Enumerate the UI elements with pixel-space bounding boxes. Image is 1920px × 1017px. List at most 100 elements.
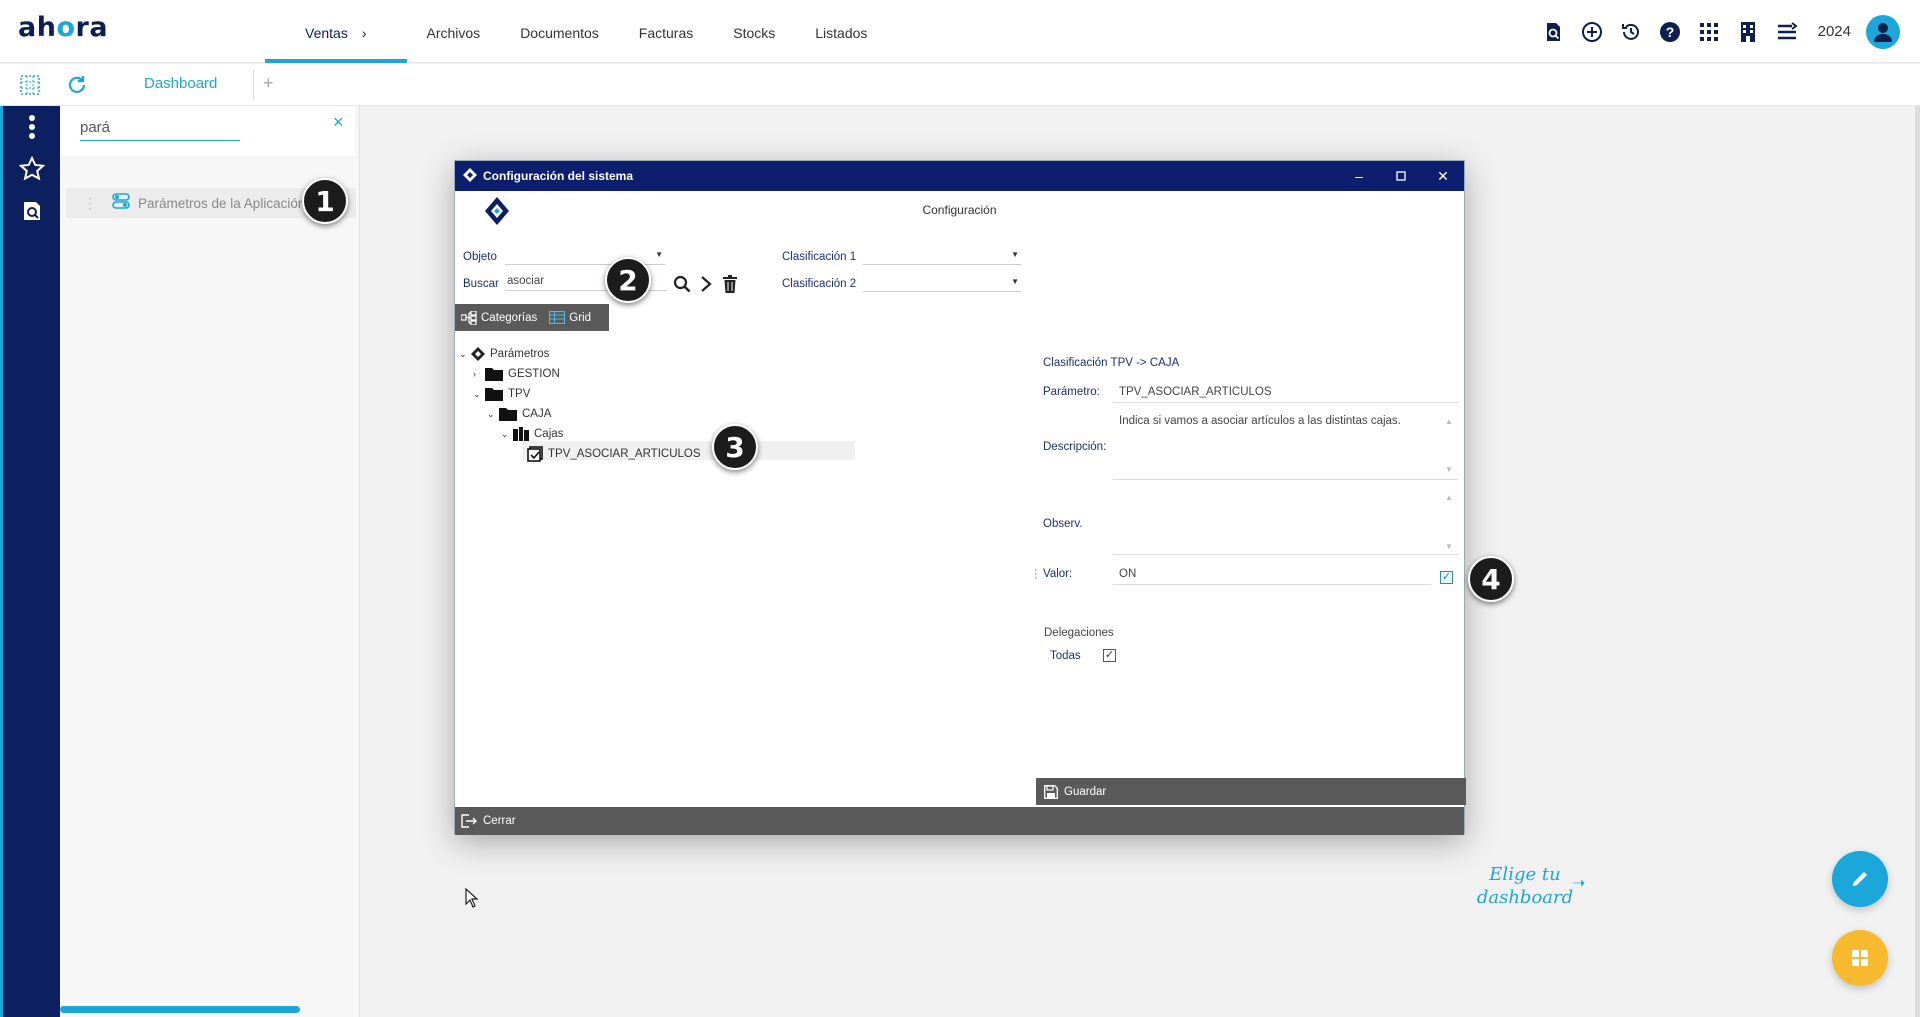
callout-marker-4: 4	[1468, 556, 1514, 602]
chevron-down-icon[interactable]: ⌄	[487, 409, 497, 420]
clasificacion-1-combo[interactable]: ▼	[863, 247, 1021, 265]
search-panel: × ⋮ Parámetros de la Aplicación	[60, 106, 360, 1017]
nav-facturas[interactable]: Facturas	[619, 0, 713, 63]
document-search-sidebar-icon[interactable]	[17, 196, 47, 226]
document-search-icon[interactable]	[1541, 20, 1565, 44]
apps-grid-icon[interactable]	[1697, 20, 1721, 44]
minimize-icon[interactable]: –	[1338, 161, 1380, 191]
star-icon[interactable]	[17, 154, 47, 184]
clasificacion-2-combo[interactable]: ▼	[863, 274, 1021, 292]
scroll-up-icon[interactable]: ▲	[1445, 417, 1453, 426]
top-right-toolbar: ? 2024	[1541, 0, 1900, 63]
view-toolbar: Categorías Grid	[455, 304, 609, 331]
switch-list-icon[interactable]	[1775, 20, 1799, 44]
dotted-grid-icon[interactable]	[20, 75, 40, 100]
user-avatar[interactable]	[1866, 14, 1900, 49]
chevron-right-icon: ›	[361, 25, 367, 41]
parametro-value[interactable]: TPV_ASOCIAR_ARTICULOS	[1119, 386, 1272, 398]
clasificacion-2-label: Clasificación 2	[782, 278, 857, 290]
nav-archivos[interactable]: Archivos	[407, 0, 501, 63]
elige-line-2: dashboard	[1476, 887, 1574, 908]
tree-node-cajas[interactable]: ⌄ Cajas	[501, 425, 563, 443]
guardar-button[interactable]: Guardar	[1036, 778, 1466, 805]
vertical-scrollbar[interactable]	[1915, 106, 1920, 1017]
callout-marker-1: 1	[302, 178, 348, 224]
folder-icon	[485, 367, 503, 381]
year-label[interactable]: 2024	[1818, 23, 1851, 40]
valor-value[interactable]: ON	[1119, 568, 1136, 580]
more-vertical-icon[interactable]	[17, 112, 47, 142]
chevron-down-icon[interactable]: ⌄	[473, 389, 483, 400]
categorias-button[interactable]: Categorías	[461, 310, 538, 325]
app-logo[interactable]: ahora	[18, 12, 108, 43]
history-icon[interactable]	[1619, 20, 1643, 44]
chevron-right-icon[interactable]: ›	[473, 369, 483, 379]
descripcion-underline	[1113, 479, 1458, 480]
trash-icon[interactable]	[719, 273, 741, 295]
guardar-label: Guardar	[1064, 785, 1107, 798]
refresh-icon[interactable]	[66, 74, 88, 101]
nav-documentos[interactable]: Documentos	[500, 0, 619, 63]
chevron-down-icon[interactable]: ⌄	[459, 349, 469, 360]
scroll-down-icon[interactable]: ▼	[1445, 465, 1453, 474]
exit-icon	[461, 814, 477, 828]
tab-row: Dashboard +	[0, 64, 1920, 106]
observ-underline	[1113, 554, 1458, 555]
valor-checkbox[interactable]: ✓	[1440, 571, 1453, 584]
left-sidebar	[0, 106, 60, 1017]
close-icon[interactable]: ×	[333, 112, 344, 133]
mouse-cursor-icon	[465, 887, 479, 913]
tree-node-tpv[interactable]: ⌄ TPV	[473, 385, 530, 403]
tab-dashboard[interactable]: Dashboard	[144, 75, 217, 92]
search-icon[interactable]	[671, 273, 693, 295]
valor-label: Valor:	[1043, 568, 1073, 580]
drag-handle-icon[interactable]: ⋮	[1030, 566, 1042, 580]
dropdown-arrow-icon: ▼	[655, 250, 663, 259]
scroll-up-icon[interactable]: ▲	[1445, 493, 1453, 502]
save-icon	[1044, 784, 1058, 799]
maximize-icon[interactable]	[1380, 161, 1422, 191]
parametro-underline	[1113, 402, 1458, 403]
clasificacion-path: Clasificación TPV -> CAJA	[1043, 357, 1180, 369]
cerrar-button[interactable]: Cerrar	[455, 807, 1464, 835]
todas-label: Todas	[1050, 650, 1081, 662]
drag-handle-icon[interactable]: ⋮	[80, 195, 100, 212]
dashboard-fab-button[interactable]	[1832, 930, 1888, 986]
nav-stocks[interactable]: Stocks	[713, 0, 795, 63]
descripcion-value[interactable]: Indica si vamos a asociar artículos a la…	[1119, 415, 1401, 427]
close-window-icon[interactable]: ✕	[1422, 161, 1464, 191]
svg-text:?: ?	[1665, 24, 1674, 40]
nav-ventas-label: Ventas	[305, 25, 348, 41]
diamond-logo-icon	[471, 347, 485, 361]
add-circle-icon[interactable]	[1580, 20, 1604, 44]
edit-fab-button[interactable]	[1832, 851, 1888, 907]
building-icon[interactable]	[1736, 20, 1760, 44]
tree-node-tpv-asociar-articulos[interactable]: TPV_ASOCIAR_ARTICULOS	[527, 445, 701, 463]
dialog-titlebar[interactable]: Configuración del sistema – ✕	[455, 161, 1464, 191]
tree-label: GESTION	[508, 368, 560, 380]
grid-label: Grid	[569, 311, 591, 324]
top-bar: ahora Ventas › Archivos Documentos Factur…	[0, 0, 1920, 63]
todas-checkbox[interactable]: ✓	[1103, 649, 1116, 662]
tree-label: CAJA	[522, 408, 552, 420]
nav-ventas[interactable]: Ventas ›	[265, 0, 407, 63]
dialog-title: Configuración del sistema	[483, 169, 634, 183]
search-input[interactable]	[80, 119, 240, 141]
help-icon[interactable]: ?	[1658, 20, 1682, 44]
next-arrow-icon[interactable]	[695, 273, 717, 295]
horizontal-scrollbar[interactable]	[60, 1006, 300, 1013]
tree-node-caja[interactable]: ⌄ CAJA	[487, 405, 551, 423]
add-tab-button[interactable]: +	[263, 73, 274, 94]
grid-button[interactable]: Grid	[549, 311, 591, 324]
callout-marker-2: 2	[605, 257, 651, 303]
scroll-down-icon[interactable]: ▼	[1445, 542, 1453, 551]
chevron-down-icon[interactable]: ⌄	[501, 429, 511, 440]
parameter-doc-icon	[527, 446, 543, 462]
tree-node-parametros[interactable]: ⌄ Parámetros	[459, 345, 549, 363]
valor-underline	[1113, 584, 1431, 585]
clasificacion-1-label: Clasificación 1	[782, 251, 857, 263]
observ-label: Observ.	[1043, 518, 1083, 530]
tree-node-gestion[interactable]: › GESTION	[473, 365, 560, 383]
nav-listados[interactable]: Listados	[795, 0, 887, 63]
categorias-label: Categorías	[481, 311, 538, 324]
